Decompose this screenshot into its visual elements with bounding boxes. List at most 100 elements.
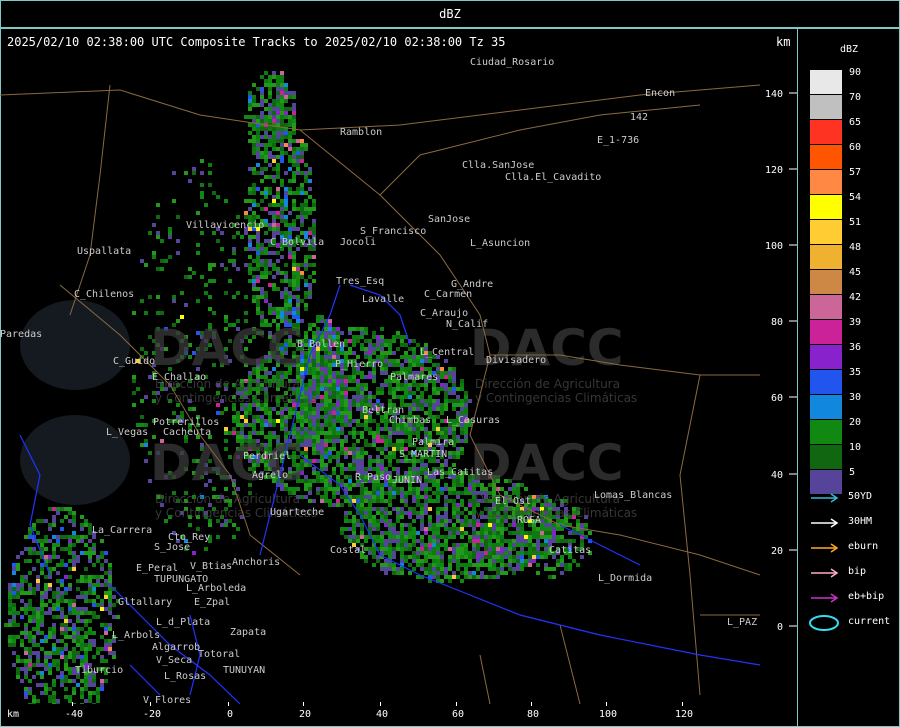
echo-pixel <box>352 463 356 467</box>
echo-pixel <box>488 531 492 535</box>
echo-pixel <box>364 399 368 403</box>
echo-pixel <box>248 107 252 111</box>
echo-pixel <box>504 547 508 551</box>
echo-pixel <box>256 239 260 243</box>
echo-pixel <box>376 539 380 543</box>
echo-pixel <box>280 87 284 91</box>
echo-pixel <box>484 531 488 535</box>
echo-pixel <box>88 699 92 703</box>
echo-pixel <box>300 171 304 175</box>
echo-pixel <box>368 491 372 495</box>
echo-pixel <box>276 419 280 423</box>
echo-pixel <box>72 511 76 515</box>
echo-pixel <box>428 407 432 411</box>
echo-pixel <box>476 575 480 579</box>
echo-pixel <box>300 207 304 211</box>
echo-pixel <box>296 167 300 171</box>
echo-pixel <box>256 103 260 107</box>
echo-pixel <box>256 311 260 315</box>
echo-pixel <box>400 339 404 343</box>
echo-pixel <box>256 163 260 167</box>
echo-pixel <box>28 583 32 587</box>
echo-pixel <box>364 339 368 343</box>
echo-pixel <box>276 411 280 415</box>
echo-pixel <box>416 467 420 471</box>
echo-pixel <box>460 431 464 435</box>
echo-pixel <box>260 91 264 95</box>
echo-pixel <box>432 551 436 555</box>
echo-pixel <box>408 467 412 471</box>
echo-pixel <box>248 411 252 415</box>
echo-pixel <box>440 543 444 547</box>
echo-pixel <box>268 135 272 139</box>
echo-pixel <box>328 483 332 487</box>
echo-pixel <box>284 271 288 275</box>
echo-pixel <box>352 387 356 391</box>
echo-pixel <box>248 103 252 107</box>
echo-pixel <box>372 563 376 567</box>
echo-pixel <box>312 331 316 335</box>
echo-pixel <box>268 411 272 415</box>
echo-pixel <box>460 427 464 431</box>
echo-pixel <box>328 427 332 431</box>
echo-pixel <box>464 531 468 535</box>
echo-pixel <box>352 395 356 399</box>
echo-pixel <box>464 555 468 559</box>
echo-pixel <box>480 551 484 555</box>
echo-pixel <box>472 563 476 567</box>
echo-pixel <box>392 359 396 363</box>
echo-pixel <box>268 143 272 147</box>
echo-pixel <box>396 507 400 511</box>
echo-pixel <box>288 143 292 147</box>
echo-pixel <box>400 523 404 527</box>
echo-pixel <box>52 535 56 539</box>
echo-pixel <box>348 379 352 383</box>
echo-pixel <box>28 703 32 704</box>
echo-pixel <box>396 571 400 575</box>
echo-pixel <box>384 371 388 375</box>
echo-pixel <box>276 91 280 95</box>
echo-pixel <box>440 551 444 555</box>
echo-pixel <box>392 507 396 511</box>
echo-pixel <box>460 535 464 539</box>
echo-pixel <box>424 499 428 503</box>
echo-pixel <box>388 431 392 435</box>
echo-pixel <box>360 387 364 391</box>
echo-pixel <box>248 95 252 99</box>
echo-pixel <box>324 443 328 447</box>
echo-pixel <box>544 535 548 539</box>
echo-pixel <box>264 151 268 155</box>
echo-pixel <box>396 387 400 391</box>
echo-pixel <box>400 367 404 371</box>
echo-pixel <box>480 555 484 559</box>
echo-pixel <box>292 151 296 155</box>
echo-pixel <box>432 563 436 567</box>
echo-pixel <box>300 231 304 235</box>
echo-pixel <box>252 135 256 139</box>
echo-pixel <box>432 531 436 535</box>
echo-pixel <box>348 339 352 343</box>
echo-pixel <box>276 155 280 159</box>
echo-pixel <box>356 499 360 503</box>
radar-map[interactable]: DACC DACCDACC DACCDirección de Agricultura… <box>0 55 798 704</box>
echo-pixel <box>372 491 376 495</box>
echo-pixel <box>452 451 456 455</box>
echo-pixel <box>352 527 356 531</box>
echo-pixel <box>376 435 380 439</box>
echo-pixel <box>280 91 284 95</box>
echo-pixel <box>404 427 408 431</box>
echo-pixel <box>444 539 448 543</box>
echo-pixel <box>404 387 408 391</box>
echo-pixel <box>380 491 384 495</box>
echo-pixel <box>248 239 252 243</box>
echo-pixel <box>16 587 20 591</box>
echo-pixel <box>412 427 416 431</box>
echo-pixel <box>420 359 424 363</box>
echo-pixel <box>104 639 108 643</box>
echo-pixel <box>436 403 440 407</box>
echo-pixel <box>408 387 412 391</box>
echo-pixel <box>436 559 440 563</box>
echo-pixel <box>272 307 276 311</box>
echo-pixel <box>272 119 276 123</box>
echo-pixel <box>364 507 368 511</box>
